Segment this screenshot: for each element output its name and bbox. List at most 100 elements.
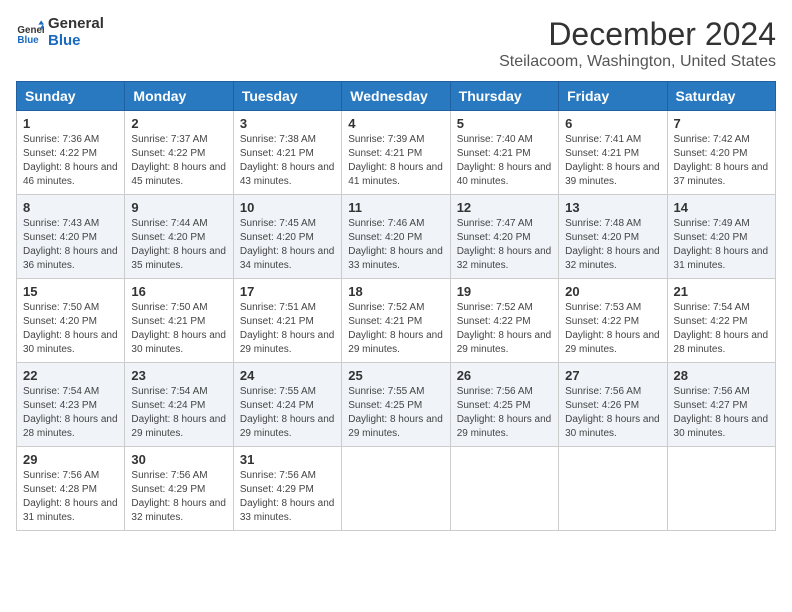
day-info: Sunrise: 7:56 AMSunset: 4:29 PMDaylight:… bbox=[131, 469, 226, 525]
calendar-cell: 26Sunrise: 7:56 AMSunset: 4:25 PMDayligh… bbox=[450, 363, 558, 447]
day-info: Sunrise: 7:49 AMSunset: 4:20 PMDaylight:… bbox=[674, 217, 769, 273]
calendar-cell: 22 Sunrise: 7:54 AMSunset: 4:23 PMDayligh… bbox=[17, 363, 125, 447]
day-number: 20 bbox=[565, 284, 660, 299]
title-area: December 2024 Steilacoom, Washington, Un… bbox=[499, 16, 776, 71]
day-number: 3 bbox=[240, 116, 335, 131]
col-header-tuesday: Tuesday bbox=[233, 82, 341, 111]
calendar-cell: 3 Sunrise: 7:38 AMSunset: 4:21 PMDaylight… bbox=[233, 111, 341, 195]
day-number: 9 bbox=[131, 200, 226, 215]
day-info: Sunrise: 7:54 AMSunset: 4:23 PMDaylight:… bbox=[23, 385, 118, 441]
day-info: Sunrise: 7:54 AMSunset: 4:24 PMDaylight:… bbox=[131, 385, 226, 441]
day-number: 19 bbox=[457, 284, 552, 299]
day-info: Sunrise: 7:40 AMSunset: 4:21 PMDaylight:… bbox=[457, 133, 552, 189]
day-info: Sunrise: 7:56 AMSunset: 4:29 PMDaylight:… bbox=[240, 469, 335, 525]
calendar-cell: 25 Sunrise: 7:55 AMSunset: 4:25 PMDayligh… bbox=[342, 363, 450, 447]
main-title: December 2024 bbox=[499, 16, 776, 53]
day-number: 15 bbox=[23, 284, 118, 299]
calendar-cell: 23Sunrise: 7:54 AMSunset: 4:24 PMDayligh… bbox=[125, 363, 233, 447]
day-number: 14 bbox=[674, 200, 769, 215]
day-info: Sunrise: 7:52 AMSunset: 4:21 PMDaylight:… bbox=[348, 301, 443, 357]
col-header-thursday: Thursday bbox=[450, 82, 558, 111]
day-info: Sunrise: 7:50 AMSunset: 4:20 PMDaylight:… bbox=[23, 301, 118, 357]
calendar-week-row: 15 Sunrise: 7:50 AMSunset: 4:20 PMDayligh… bbox=[17, 279, 776, 363]
day-number: 4 bbox=[348, 116, 443, 131]
day-info: Sunrise: 7:54 AMSunset: 4:22 PMDaylight:… bbox=[674, 301, 769, 357]
col-header-friday: Friday bbox=[559, 82, 667, 111]
day-info: Sunrise: 7:52 AMSunset: 4:22 PMDaylight:… bbox=[457, 301, 552, 357]
calendar-cell: 2Sunrise: 7:37 AMSunset: 4:22 PMDaylight… bbox=[125, 111, 233, 195]
logo-icon: General Blue bbox=[16, 19, 44, 47]
day-info: Sunrise: 7:45 AMSunset: 4:20 PMDaylight:… bbox=[240, 217, 335, 273]
day-info: Sunrise: 7:39 AMSunset: 4:21 PMDaylight:… bbox=[348, 133, 443, 189]
calendar-cell: 20 Sunrise: 7:53 AMSunset: 4:22 PMDayligh… bbox=[559, 279, 667, 363]
day-info: Sunrise: 7:38 AMSunset: 4:21 PMDaylight:… bbox=[240, 133, 335, 189]
day-number: 22 bbox=[23, 368, 118, 383]
calendar-cell: 4 Sunrise: 7:39 AMSunset: 4:21 PMDaylight… bbox=[342, 111, 450, 195]
day-info: Sunrise: 7:56 AMSunset: 4:28 PMDaylight:… bbox=[23, 469, 118, 525]
calendar-cell: 17Sunrise: 7:51 AMSunset: 4:21 PMDayligh… bbox=[233, 279, 341, 363]
calendar-cell: 19 Sunrise: 7:52 AMSunset: 4:22 PMDayligh… bbox=[450, 279, 558, 363]
day-number: 31 bbox=[240, 452, 335, 467]
day-number: 21 bbox=[674, 284, 769, 299]
day-info: Sunrise: 7:42 AMSunset: 4:20 PMDaylight:… bbox=[674, 133, 769, 189]
day-info: Sunrise: 7:50 AMSunset: 4:21 PMDaylight:… bbox=[131, 301, 226, 357]
calendar-header-row: SundayMondayTuesdayWednesdayThursdayFrid… bbox=[17, 82, 776, 111]
calendar-cell: 14 Sunrise: 7:49 AMSunset: 4:20 PMDayligh… bbox=[667, 195, 775, 279]
calendar-cell bbox=[342, 447, 450, 531]
day-info: Sunrise: 7:37 AMSunset: 4:22 PMDaylight:… bbox=[131, 133, 226, 189]
col-header-monday: Monday bbox=[125, 82, 233, 111]
day-number: 29 bbox=[23, 452, 118, 467]
calendar-cell: 18 Sunrise: 7:52 AMSunset: 4:21 PMDayligh… bbox=[342, 279, 450, 363]
calendar-cell bbox=[667, 447, 775, 531]
calendar-cell: 7 Sunrise: 7:42 AMSunset: 4:20 PMDaylight… bbox=[667, 111, 775, 195]
day-number: 18 bbox=[348, 284, 443, 299]
day-info: Sunrise: 7:48 AMSunset: 4:20 PMDaylight:… bbox=[565, 217, 660, 273]
calendar-cell: 12Sunrise: 7:47 AMSunset: 4:20 PMDayligh… bbox=[450, 195, 558, 279]
day-info: Sunrise: 7:36 AMSunset: 4:22 PMDaylight:… bbox=[23, 133, 118, 189]
day-info: Sunrise: 7:51 AMSunset: 4:21 PMDaylight:… bbox=[240, 301, 335, 357]
logo-line1: General bbox=[48, 16, 104, 33]
day-number: 5 bbox=[457, 116, 552, 131]
calendar-cell: 6 Sunrise: 7:41 AMSunset: 4:21 PMDaylight… bbox=[559, 111, 667, 195]
day-info: Sunrise: 7:47 AMSunset: 4:20 PMDaylight:… bbox=[457, 217, 552, 273]
logo: General Blue General Blue bbox=[16, 16, 104, 49]
day-number: 27 bbox=[565, 368, 660, 383]
subtitle: Steilacoom, Washington, United States bbox=[499, 53, 776, 71]
day-number: 7 bbox=[674, 116, 769, 131]
day-info: Sunrise: 7:44 AMSunset: 4:20 PMDaylight:… bbox=[131, 217, 226, 273]
svg-text:Blue: Blue bbox=[17, 34, 39, 45]
calendar-week-row: 8 Sunrise: 7:43 AMSunset: 4:20 PMDaylight… bbox=[17, 195, 776, 279]
calendar-cell bbox=[559, 447, 667, 531]
calendar-cell: 29 Sunrise: 7:56 AMSunset: 4:28 PMDayligh… bbox=[17, 447, 125, 531]
col-header-saturday: Saturday bbox=[667, 82, 775, 111]
day-info: Sunrise: 7:55 AMSunset: 4:25 PMDaylight:… bbox=[348, 385, 443, 441]
day-number: 13 bbox=[565, 200, 660, 215]
day-number: 10 bbox=[240, 200, 335, 215]
calendar-cell: 8 Sunrise: 7:43 AMSunset: 4:20 PMDaylight… bbox=[17, 195, 125, 279]
calendar-week-row: 22 Sunrise: 7:54 AMSunset: 4:23 PMDayligh… bbox=[17, 363, 776, 447]
day-info: Sunrise: 7:43 AMSunset: 4:20 PMDaylight:… bbox=[23, 217, 118, 273]
calendar-cell: 24Sunrise: 7:55 AMSunset: 4:24 PMDayligh… bbox=[233, 363, 341, 447]
calendar-cell: 15 Sunrise: 7:50 AMSunset: 4:20 PMDayligh… bbox=[17, 279, 125, 363]
calendar-cell: 30 Sunrise: 7:56 AMSunset: 4:29 PMDayligh… bbox=[125, 447, 233, 531]
day-info: Sunrise: 7:53 AMSunset: 4:22 PMDaylight:… bbox=[565, 301, 660, 357]
day-info: Sunrise: 7:56 AMSunset: 4:26 PMDaylight:… bbox=[565, 385, 660, 441]
calendar-cell: 27 Sunrise: 7:56 AMSunset: 4:26 PMDayligh… bbox=[559, 363, 667, 447]
day-number: 26 bbox=[457, 368, 552, 383]
day-number: 8 bbox=[23, 200, 118, 215]
day-info: Sunrise: 7:46 AMSunset: 4:20 PMDaylight:… bbox=[348, 217, 443, 273]
calendar-cell: 21 Sunrise: 7:54 AMSunset: 4:22 PMDayligh… bbox=[667, 279, 775, 363]
col-header-wednesday: Wednesday bbox=[342, 82, 450, 111]
calendar-week-row: 1Sunrise: 7:36 AMSunset: 4:22 PMDaylight… bbox=[17, 111, 776, 195]
calendar-cell: 9 Sunrise: 7:44 AMSunset: 4:20 PMDaylight… bbox=[125, 195, 233, 279]
calendar-cell: 10 Sunrise: 7:45 AMSunset: 4:20 PMDayligh… bbox=[233, 195, 341, 279]
day-number: 30 bbox=[131, 452, 226, 467]
day-number: 25 bbox=[348, 368, 443, 383]
day-info: Sunrise: 7:55 AMSunset: 4:24 PMDaylight:… bbox=[240, 385, 335, 441]
calendar-cell: 5 Sunrise: 7:40 AMSunset: 4:21 PMDaylight… bbox=[450, 111, 558, 195]
calendar-cell: 1Sunrise: 7:36 AMSunset: 4:22 PMDaylight… bbox=[17, 111, 125, 195]
logo-line2: Blue bbox=[48, 33, 104, 50]
day-number: 6 bbox=[565, 116, 660, 131]
calendar-table: SundayMondayTuesdayWednesdayThursdayFrid… bbox=[16, 81, 776, 531]
day-info: Sunrise: 7:41 AMSunset: 4:21 PMDaylight:… bbox=[565, 133, 660, 189]
